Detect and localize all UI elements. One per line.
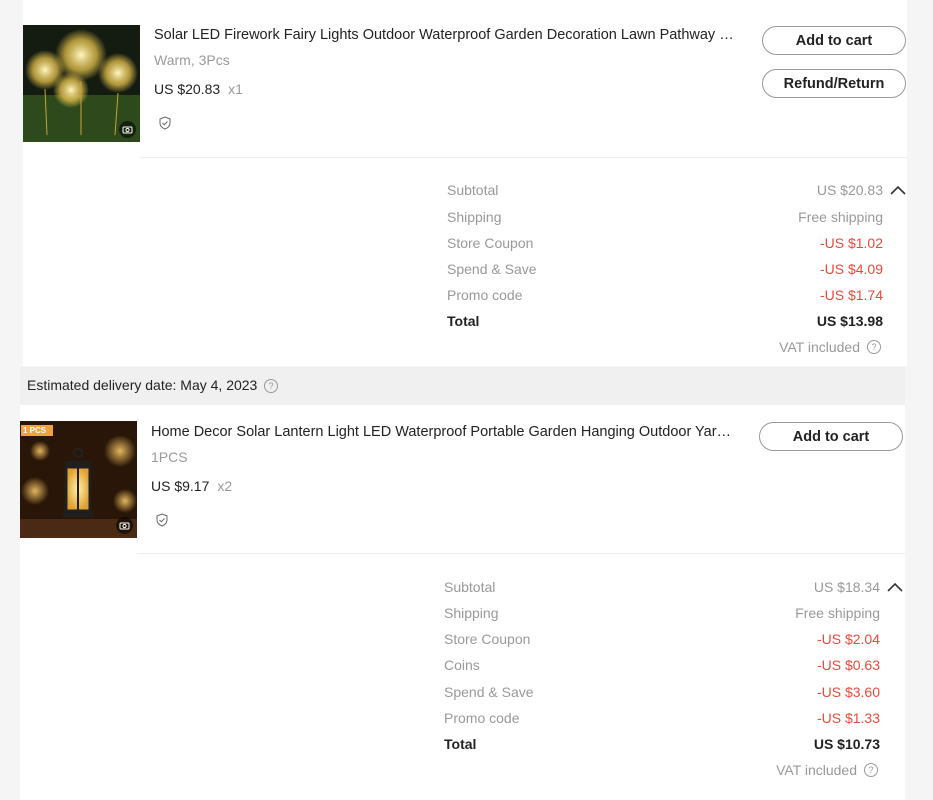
refund-return-button[interactable]: Refund/Return xyxy=(762,69,906,98)
summary-row-total: Total US $13.98 xyxy=(447,313,883,337)
product-title-2[interactable]: Home Decor Solar Lantern Light LED Water… xyxy=(151,424,736,440)
product-price-1: US $20.83 x1 xyxy=(154,81,243,97)
summary-row-store-coupon: Store Coupon -US $1.02 xyxy=(447,235,883,259)
summary-value: US $10.73 xyxy=(813,736,880,752)
quantity: x1 xyxy=(228,81,243,97)
summary-label: Coins xyxy=(444,657,480,673)
divider xyxy=(137,553,905,554)
summary-label: Promo code xyxy=(447,287,523,303)
vat-note: VAT included xyxy=(697,762,857,786)
summary-label: Subtotal xyxy=(444,579,496,595)
camera-icon[interactable] xyxy=(119,121,136,138)
summary-row-shipping: Shipping Free shipping xyxy=(447,209,883,233)
help-circle-icon[interactable]: ? xyxy=(867,340,881,354)
summary-label: Shipping xyxy=(444,605,499,621)
delivery-date-text: Estimated delivery date: May 4, 2023 xyxy=(27,377,258,393)
summary-row-subtotal: Subtotal US $18.34 xyxy=(444,579,880,603)
summary-value: Free shipping xyxy=(795,605,880,621)
shield-check-icon xyxy=(156,513,168,527)
vat-text: VAT included xyxy=(776,762,857,778)
summary-value: -US $3.60 xyxy=(816,684,880,700)
summary-value: -US $2.04 xyxy=(816,631,880,647)
summary-label: Spend & Save xyxy=(447,261,537,277)
vat-text: VAT included xyxy=(779,339,860,355)
summary-row-subtotal: Subtotal US $20.83 xyxy=(447,182,883,206)
summary-label: Total xyxy=(444,736,477,752)
chevron-up-icon[interactable] xyxy=(890,185,906,195)
summary-value: -US $1.33 xyxy=(816,710,880,726)
unit-price: US $9.17 xyxy=(151,478,210,494)
summary-value: -US $1.02 xyxy=(819,235,883,251)
camera-icon[interactable] xyxy=(116,517,133,534)
product-badge: 1 PCS xyxy=(23,426,47,435)
product-image-2[interactable]: 1 PCS xyxy=(20,421,137,538)
summary-value: US $20.83 xyxy=(816,182,883,198)
summary-row-spend-save: Spend & Save -US $3.60 xyxy=(444,684,880,708)
divider xyxy=(140,157,907,158)
shield-check-icon xyxy=(159,116,171,130)
chevron-up-icon[interactable] xyxy=(887,582,903,592)
product-variant-2: 1PCS xyxy=(151,449,188,465)
summary-value: US $18.34 xyxy=(813,579,880,595)
summary-value: Free shipping xyxy=(798,209,883,225)
summary-value: -US $1.74 xyxy=(819,287,883,303)
quantity: x2 xyxy=(217,478,233,494)
help-circle-icon[interactable]: ? xyxy=(264,379,278,393)
summary-value: US $13.98 xyxy=(816,313,883,329)
summary-row-shipping: Shipping Free shipping xyxy=(444,605,880,629)
delivery-date-bar: Estimated delivery date: May 4, 2023 ? xyxy=(20,367,905,405)
summary-label: Store Coupon xyxy=(444,631,531,647)
summary-row-spend-save: Spend & Save -US $4.09 xyxy=(447,261,883,285)
help-circle-icon[interactable]: ? xyxy=(864,763,878,777)
summary-label: Total xyxy=(447,313,480,329)
summary-row-store-coupon: Store Coupon -US $2.04 xyxy=(444,631,880,655)
add-to-cart-button-1[interactable]: Add to cart xyxy=(762,26,906,55)
summary-value: -US $4.09 xyxy=(819,261,883,277)
summary-label: Spend & Save xyxy=(444,684,534,700)
summary-label: Subtotal xyxy=(447,182,499,198)
summary-label: Shipping xyxy=(447,209,502,225)
product-variant-1: Warm, 3Pcs xyxy=(154,52,230,68)
vat-note: VAT included xyxy=(700,339,860,363)
summary-value: -US $0.63 xyxy=(816,657,880,673)
summary-row-total: Total US $10.73 xyxy=(444,736,880,760)
add-to-cart-button-2[interactable]: Add to cart xyxy=(759,422,903,451)
product-image-1[interactable] xyxy=(23,25,140,142)
summary-row-coins: Coins -US $0.63 xyxy=(444,657,880,681)
summary-row-promo-code: Promo code -US $1.33 xyxy=(444,710,880,734)
product-title-1[interactable]: Solar LED Firework Fairy Lights Outdoor … xyxy=(154,27,739,43)
summary-label: Store Coupon xyxy=(447,235,534,251)
unit-price: US $20.83 xyxy=(154,81,221,97)
summary-label: Promo code xyxy=(444,710,520,726)
product-price-2: US $9.17 x2 xyxy=(151,478,232,494)
summary-row-promo-code: Promo code -US $1.74 xyxy=(447,287,883,311)
